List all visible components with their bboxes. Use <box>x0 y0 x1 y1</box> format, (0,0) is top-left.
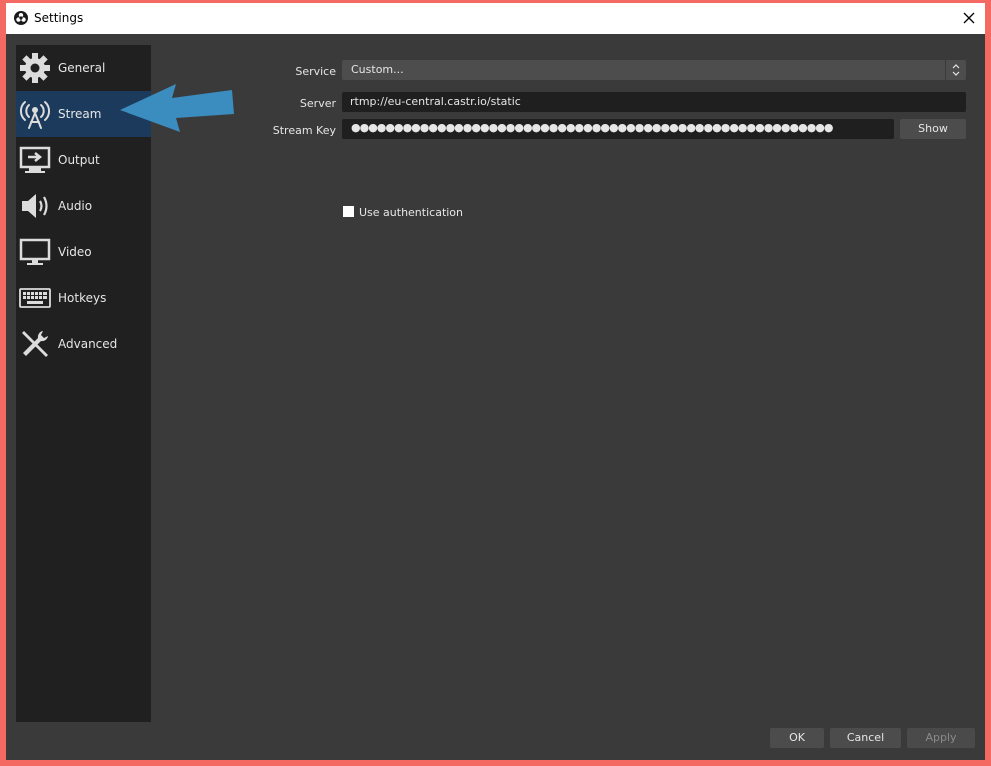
service-value: Custom... <box>351 63 404 76</box>
show-key-button[interactable]: Show <box>900 119 966 139</box>
service-select[interactable]: Custom... <box>342 60 966 80</box>
title-bar: Settings <box>6 3 985 34</box>
sidebar-item-label: Stream <box>58 107 102 121</box>
speaker-icon <box>22 194 48 218</box>
server-value: rtmp://eu-central.castr.io/static <box>350 95 521 108</box>
use-authentication-checkbox[interactable] <box>343 206 354 217</box>
server-input[interactable]: rtmp://eu-central.castr.io/static <box>342 92 966 112</box>
sidebar-item-label: General <box>58 61 106 75</box>
monitor-icon <box>19 238 51 265</box>
stream-key-input[interactable]: ●●●●●●●●●●●●●●●●●●●●●●●●●●●●●●●●●●●●●●●●… <box>342 119 894 139</box>
settings-content: General Stream Output Audio Video Hotkey… <box>6 34 985 760</box>
keyboard-icon <box>19 288 51 308</box>
tools-icon <box>22 331 48 357</box>
use-authentication-label[interactable]: Use authentication <box>359 207 463 219</box>
window-title: Settings <box>34 11 84 25</box>
cancel-button[interactable]: Cancel <box>830 728 901 748</box>
sidebar-item-video[interactable]: Video <box>16 229 151 275</box>
settings-window: Settings General Stream Output Audio Vid… <box>6 3 985 760</box>
apply-button[interactable]: Apply <box>907 728 975 748</box>
service-label: Service <box>295 65 336 78</box>
server-label: Server <box>299 97 336 110</box>
sidebar-item-label: Audio <box>58 199 93 213</box>
settings-sidebar: General Stream Output Audio Video Hotkey… <box>16 45 151 722</box>
output-monitor-icon <box>19 146 51 173</box>
sidebar-item-label: Hotkeys <box>58 291 107 305</box>
stream-key-value: ●●●●●●●●●●●●●●●●●●●●●●●●●●●●●●●●●●●●●●●●… <box>351 121 833 134</box>
ok-button[interactable]: OK <box>770 728 824 748</box>
sidebar-item-label: Output <box>58 153 100 167</box>
sidebar-item-hotkeys[interactable]: Hotkeys <box>16 275 151 321</box>
sidebar-item-audio[interactable]: Audio <box>16 183 151 229</box>
gear-icon <box>20 53 50 83</box>
stream-key-label: Stream Key <box>272 124 336 137</box>
chevron-up-down-icon <box>945 60 960 80</box>
sidebar-item-label: Advanced <box>58 337 118 351</box>
close-icon[interactable] <box>957 6 981 30</box>
sidebar-item-label: Video <box>58 245 92 259</box>
obs-logo-icon <box>14 11 28 25</box>
sidebar-item-output[interactable]: Output <box>16 137 151 183</box>
pointer-arrow-icon <box>120 84 234 132</box>
broadcast-antenna-icon <box>19 101 51 129</box>
sidebar-item-advanced[interactable]: Advanced <box>16 321 151 367</box>
